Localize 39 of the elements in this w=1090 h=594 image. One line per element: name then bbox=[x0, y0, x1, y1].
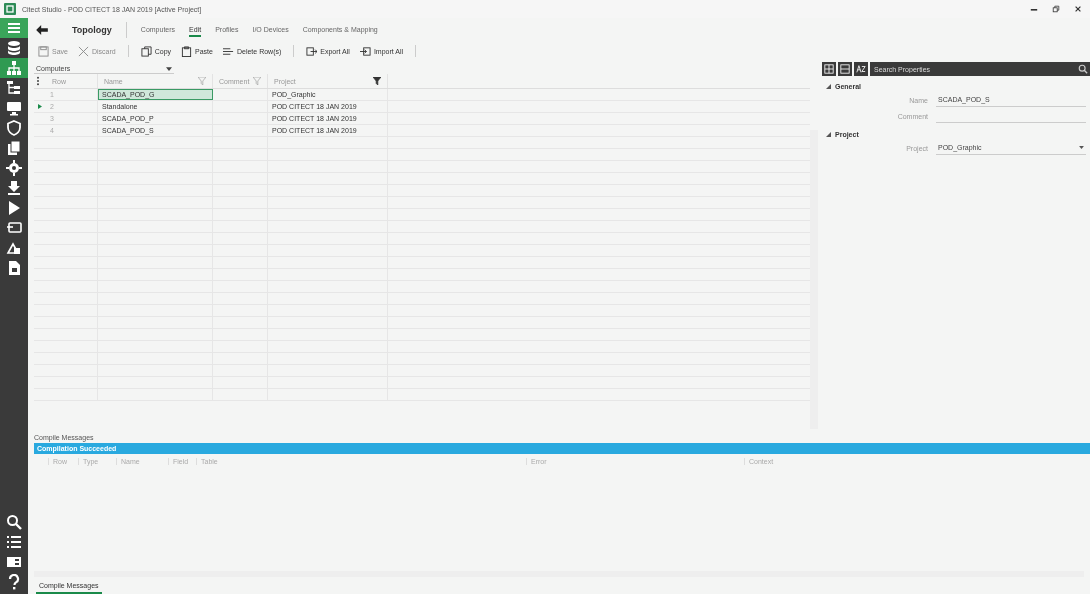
document-icon bbox=[6, 260, 22, 276]
list-icon bbox=[6, 534, 22, 550]
collapse-icon[interactable] bbox=[838, 62, 852, 76]
menu-icon bbox=[6, 20, 22, 36]
copy-icon bbox=[140, 45, 152, 57]
close-icon bbox=[77, 45, 89, 57]
database-icon bbox=[6, 40, 22, 56]
back-arrow-icon[interactable] bbox=[36, 25, 48, 35]
close-icon[interactable] bbox=[1074, 5, 1082, 13]
help-icon bbox=[6, 574, 22, 590]
lines-icon bbox=[222, 45, 234, 57]
import-icon bbox=[359, 45, 371, 57]
tree-icon bbox=[6, 80, 22, 96]
caret-icon bbox=[1079, 146, 1084, 149]
app-logo-icon bbox=[4, 3, 16, 15]
filter-icon[interactable] bbox=[373, 77, 381, 85]
topology-nav-button[interactable] bbox=[0, 58, 28, 78]
export-icon bbox=[306, 45, 318, 57]
monitor-icon bbox=[6, 100, 22, 116]
download-icon bbox=[6, 180, 22, 196]
shield-icon bbox=[6, 120, 22, 136]
caret-icon bbox=[166, 66, 172, 71]
collapse-arrow-icon[interactable] bbox=[826, 83, 831, 89]
column-menu-icon[interactable] bbox=[36, 76, 40, 86]
categorized-icon[interactable] bbox=[822, 62, 836, 76]
page-heading: Topology bbox=[72, 25, 112, 35]
play-icon bbox=[6, 200, 22, 216]
search-icon[interactable] bbox=[1076, 62, 1090, 76]
device-icon bbox=[6, 220, 22, 236]
restore-icon[interactable] bbox=[1052, 5, 1060, 13]
shapes-icon bbox=[6, 240, 22, 256]
search-icon bbox=[6, 514, 22, 530]
sort-icon[interactable] bbox=[854, 62, 868, 76]
hierarchy-icon bbox=[6, 60, 22, 76]
clipboard-icon bbox=[181, 45, 193, 57]
save-icon bbox=[38, 45, 49, 57]
panel-icon bbox=[6, 554, 22, 570]
collapse-arrow-icon[interactable] bbox=[826, 131, 831, 137]
documents-icon bbox=[6, 140, 22, 156]
